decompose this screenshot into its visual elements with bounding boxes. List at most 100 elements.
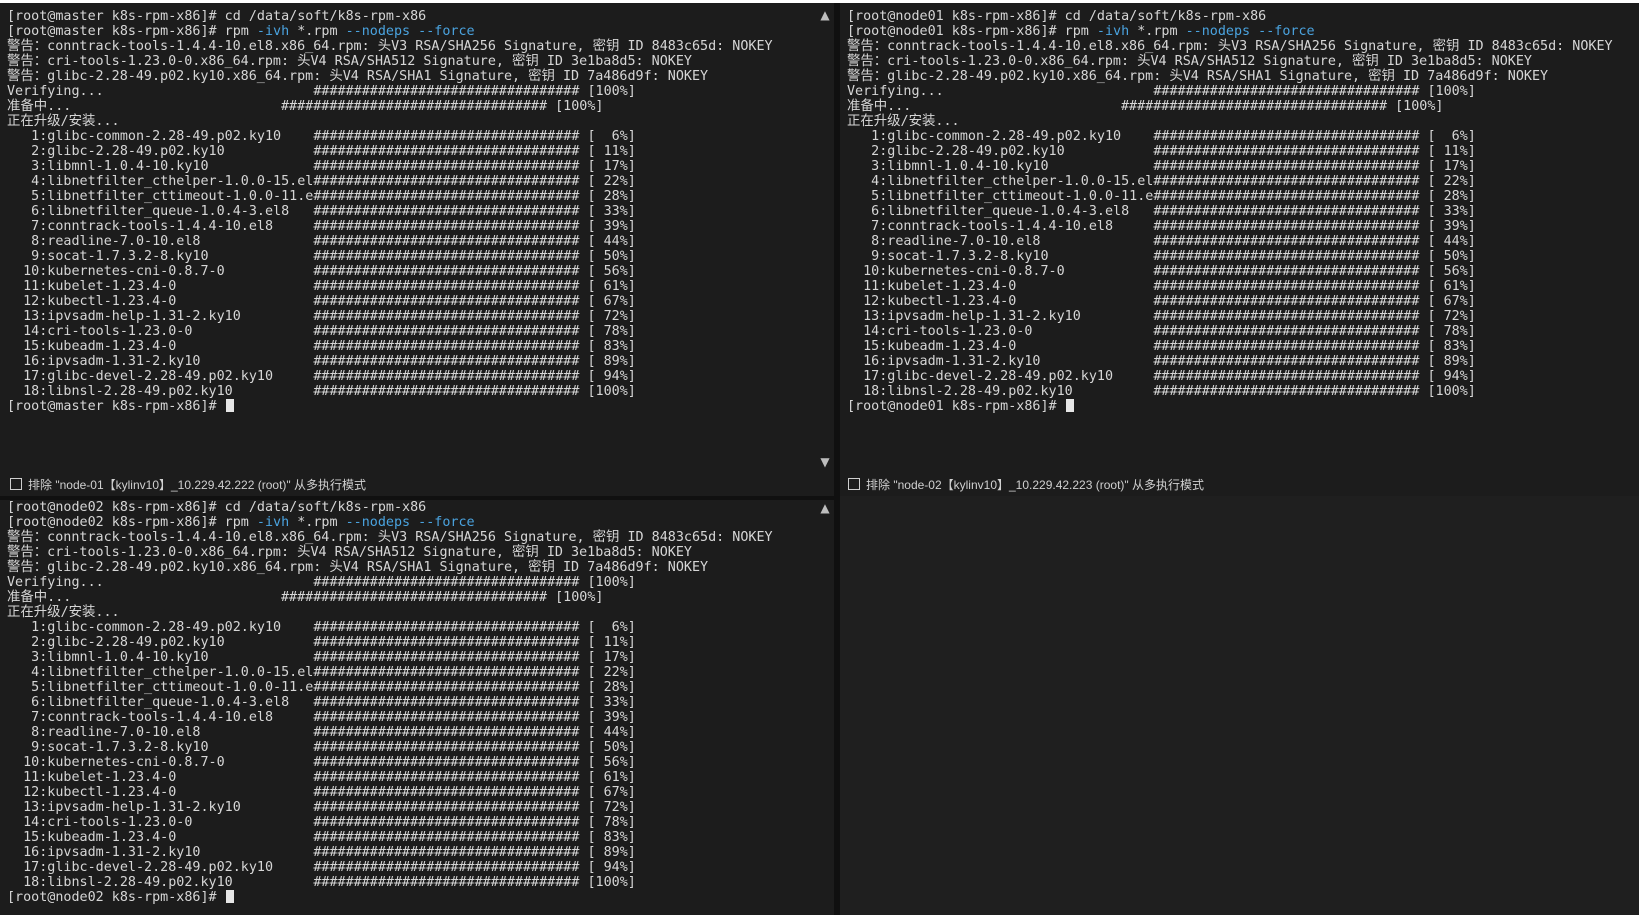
line-text: 15:kubeadm-1.23.4-0 ####################…	[7, 339, 636, 354]
terminal-line: 8:readline-7.0-10.el8 ##################…	[7, 725, 773, 740]
line-text: 8:readline-7.0-10.el8 ##################…	[7, 725, 636, 740]
scroll-up-icon[interactable]: ▲	[818, 502, 832, 514]
line-text: 3:libmnl-1.0.4-10.ky10 #################…	[7, 650, 636, 665]
line-text: 14:cri-tools-1.23.0-0 ##################…	[7, 324, 636, 339]
terminal-pane-master[interactable]: [root@master k8s-rpm-x86]# cd /data/soft…	[0, 3, 834, 471]
terminal-pane-node01[interactable]: [root@node01 k8s-rpm-x86]# cd /data/soft…	[840, 3, 1639, 471]
command-text: [root@node01 k8s-rpm-x86]# rpm	[847, 24, 1097, 39]
line-text: 警告：glibc-2.28-49.p02.ky10.x86_64.rpm: 头V…	[7, 69, 709, 84]
line-text: 准备中... #################################…	[7, 590, 604, 605]
line-text: 6:libnetfilter_queue-1.0.4-3.el8 #######…	[7, 695, 636, 710]
line-text: 10:kubernetes-cni-0.8.7-0 ##############…	[7, 264, 636, 279]
exclude-option-node01[interactable]: 排除 "node-02【kylinv10】_10.229.42.223 (roo…	[848, 472, 1204, 496]
scroll-down-icon[interactable]: ▼	[818, 456, 832, 468]
exclude-checkbox[interactable]	[10, 478, 22, 490]
line-text: 17:glibc-devel-2.28-49.p02.ky10 ########…	[7, 860, 636, 875]
terminal-line: 15:kubeadm-1.23.4-0 ####################…	[7, 830, 773, 845]
terminal-line: 警告：conntrack-tools-1.4.4-10.el8.x86_64.r…	[847, 39, 1613, 54]
terminal-line: 7:conntrack-tools-1.4.4-10.el8 #########…	[7, 219, 773, 234]
terminal-line: 6:libnetfilter_queue-1.0.4-3.el8 #######…	[7, 695, 773, 710]
terminal-line: 12:kubectl-1.23.4-0 ####################…	[7, 294, 773, 309]
exclude-label: 排除 "node-02【kylinv10】_10.229.42.223 (roo…	[866, 477, 1204, 492]
terminal-output[interactable]: [root@master k8s-rpm-x86]# cd /data/soft…	[7, 9, 773, 414]
exclude-checkbox[interactable]	[848, 478, 860, 490]
terminal-line: 5:libnetfilter_cttimeout-1.0.0-11.e#####…	[847, 189, 1613, 204]
terminal-line: [root@node01 k8s-rpm-x86]# rpm -ivh *.rp…	[847, 24, 1613, 39]
terminal-line: 1:glibc-common-2.28-49.p02.ky10 ########…	[7, 129, 773, 144]
line-text: 9:socat-1.7.3.2-8.ky10 #################…	[7, 249, 636, 264]
line-text: 13:ipvsadm-help-1.31-2.ky10 ############…	[7, 800, 636, 815]
terminal-line: 15:kubeadm-1.23.4-0 ####################…	[847, 339, 1613, 354]
terminal-line: 12:kubectl-1.23.4-0 ####################…	[847, 294, 1613, 309]
terminal-line: 正在升级/安装...	[7, 605, 773, 620]
line-text: 7:conntrack-tools-1.4.4-10.el8 #########…	[847, 219, 1476, 234]
exclude-label: 排除 "node-01【kylinv10】_10.229.42.222 (roo…	[28, 477, 366, 492]
exclude-option-master[interactable]: 排除 "node-01【kylinv10】_10.229.42.222 (roo…	[10, 472, 366, 496]
line-text: 5:libnetfilter_cttimeout-1.0.0-11.e#####…	[7, 189, 636, 204]
line-text: 14:cri-tools-1.23.0-0 ##################…	[847, 324, 1476, 339]
terminal-line: 警告：cri-tools-1.23.0-0.x86_64.rpm: 头V4 RS…	[847, 54, 1613, 69]
line-text: 8:readline-7.0-10.el8 ##################…	[847, 234, 1476, 249]
terminal-line: 5:libnetfilter_cttimeout-1.0.0-11.e#####…	[7, 680, 773, 695]
command-flag: -ivh	[256, 515, 290, 530]
line-text: 1:glibc-common-2.28-49.p02.ky10 ########…	[847, 129, 1476, 144]
terminal-pane-node02[interactable]: [root@node02 k8s-rpm-x86]# cd /data/soft…	[0, 500, 834, 915]
terminal-line: 3:libmnl-1.0.4-10.ky10 #################…	[847, 159, 1613, 174]
terminal-line: 11:kubelet-1.23.4-0 ####################…	[7, 770, 773, 785]
terminal-line: 4:libnetfilter_cthelper-1.0.0-15.el#####…	[7, 665, 773, 680]
line-text: 9:socat-1.7.3.2-8.ky10 #################…	[847, 249, 1476, 264]
terminal-output[interactable]: [root@node02 k8s-rpm-x86]# cd /data/soft…	[7, 500, 773, 905]
line-text: 7:conntrack-tools-1.4.4-10.el8 #########…	[7, 219, 636, 234]
line-text: 警告：cri-tools-1.23.0-0.x86_64.rpm: 头V4 RS…	[847, 54, 1532, 69]
terminal-line: 正在升级/安装...	[847, 114, 1613, 129]
terminal-line: 正在升级/安装...	[7, 114, 773, 129]
line-text: 15:kubeadm-1.23.4-0 ####################…	[7, 830, 636, 845]
terminal-line: [root@node02 k8s-rpm-x86]# rpm -ivh *.rp…	[7, 515, 773, 530]
line-text: [root@node01 k8s-rpm-x86]#	[847, 399, 1065, 414]
pane-divider-vertical[interactable]	[834, 3, 840, 915]
line-text: 1:glibc-common-2.28-49.p02.ky10 ########…	[7, 620, 636, 635]
line-text: 准备中... #################################…	[847, 99, 1444, 114]
terminal-line: 2:glibc-2.28-49.p02.ky10 ###############…	[7, 635, 773, 650]
line-text: 6:libnetfilter_queue-1.0.4-3.el8 #######…	[7, 204, 636, 219]
multi-exec-terminal-window: [root@master k8s-rpm-x86]# cd /data/soft…	[0, 0, 1639, 915]
terminal-line: 9:socat-1.7.3.2-8.ky10 #################…	[847, 249, 1613, 264]
terminal-line: [root@node02 k8s-rpm-x86]# cd /data/soft…	[7, 500, 773, 515]
line-text: 14:cri-tools-1.23.0-0 ##################…	[7, 815, 636, 830]
command-text: [root@master k8s-rpm-x86]# rpm	[7, 24, 257, 39]
terminal-output[interactable]: [root@node01 k8s-rpm-x86]# cd /data/soft…	[847, 9, 1613, 414]
terminal-line: 11:kubelet-1.23.4-0 ####################…	[847, 279, 1613, 294]
terminal-line: 4:libnetfilter_cthelper-1.0.0-15.el#####…	[7, 174, 773, 189]
terminal-line: 16:ipvsadm-1.31-2.ky10 #################…	[7, 354, 773, 369]
line-text: [root@master k8s-rpm-x86]#	[7, 399, 225, 414]
empty-pane-area	[840, 496, 1639, 915]
scroll-up-icon[interactable]: ▲	[818, 9, 832, 21]
line-text: [root@master k8s-rpm-x86]# cd /data/soft…	[7, 9, 427, 24]
line-text: 11:kubelet-1.23.4-0 ####################…	[7, 279, 636, 294]
terminal-line: 12:kubectl-1.23.4-0 ####################…	[7, 785, 773, 800]
terminal-line: Verifying... ###########################…	[7, 575, 773, 590]
terminal-line: 准备中... #################################…	[7, 99, 773, 114]
terminal-line: [root@master k8s-rpm-x86]#	[7, 399, 773, 414]
line-text: 2:glibc-2.28-49.p02.ky10 ###############…	[7, 144, 636, 159]
terminal-line: 13:ipvsadm-help-1.31-2.ky10 ############…	[7, 309, 773, 324]
terminal-line: 9:socat-1.7.3.2-8.ky10 #################…	[7, 740, 773, 755]
line-text: 4:libnetfilter_cthelper-1.0.0-15.el#####…	[7, 665, 636, 680]
line-text: 18:libnsl-2.28-49.p02.ky10 #############…	[7, 384, 636, 399]
line-text: 11:kubelet-1.23.4-0 ####################…	[7, 770, 636, 785]
line-text: 18:libnsl-2.28-49.p02.ky10 #############…	[7, 875, 636, 890]
terminal-cursor	[225, 890, 234, 903]
terminal-line: 1:glibc-common-2.28-49.p02.ky10 ########…	[7, 620, 773, 635]
terminal-line: 10:kubernetes-cni-0.8.7-0 ##############…	[7, 264, 773, 279]
terminal-line: 5:libnetfilter_cttimeout-1.0.0-11.e#####…	[7, 189, 773, 204]
terminal-line: 16:ipvsadm-1.31-2.ky10 #################…	[847, 354, 1613, 369]
terminal-line: 2:glibc-2.28-49.p02.ky10 ###############…	[7, 144, 773, 159]
terminal-line: Verifying... ###########################…	[847, 84, 1613, 99]
line-text: 12:kubectl-1.23.4-0 ####################…	[847, 294, 1476, 309]
line-text: 警告：glibc-2.28-49.p02.ky10.x86_64.rpm: 头V…	[847, 69, 1549, 84]
terminal-line: 8:readline-7.0-10.el8 ##################…	[847, 234, 1613, 249]
terminal-line: 16:ipvsadm-1.31-2.ky10 #################…	[7, 845, 773, 860]
terminal-line: 7:conntrack-tools-1.4.4-10.el8 #########…	[7, 710, 773, 725]
terminal-line: 4:libnetfilter_cthelper-1.0.0-15.el#####…	[847, 174, 1613, 189]
command-flag: --nodeps --force	[345, 24, 475, 39]
